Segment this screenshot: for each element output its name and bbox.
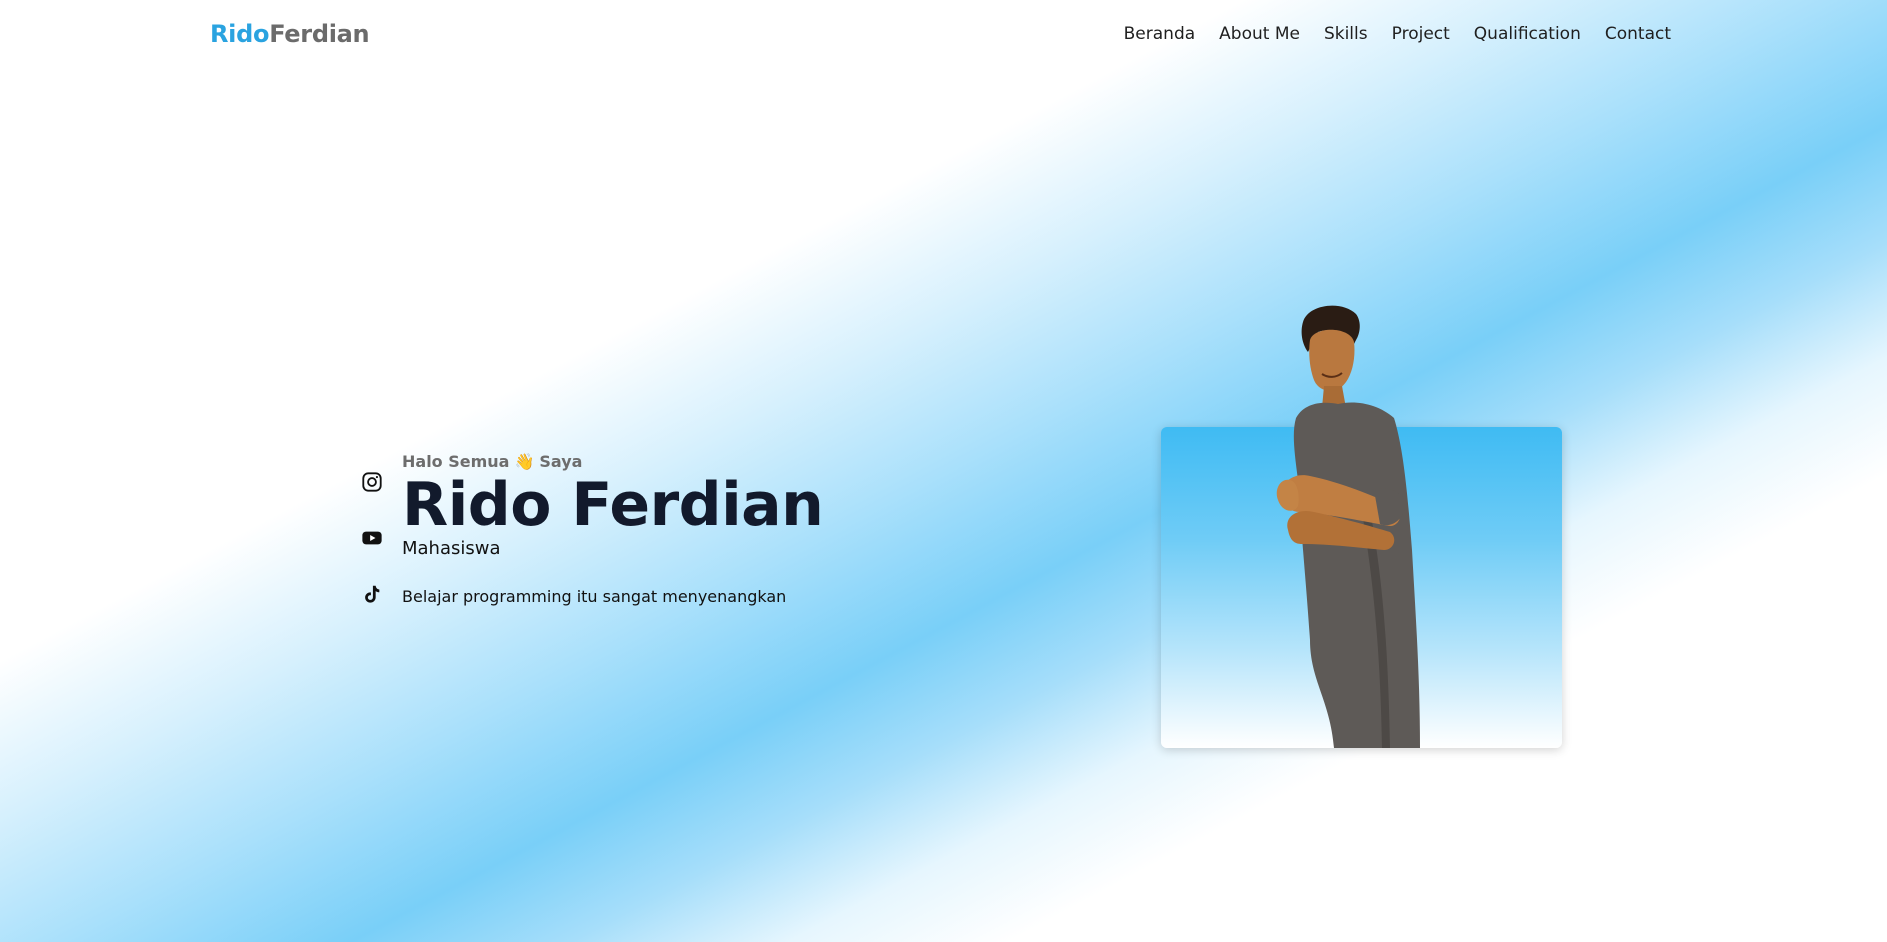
hero-intro: Halo Semua 👋 Saya Rido Ferdian Mahasiswa… — [402, 450, 962, 607]
youtube-icon[interactable] — [360, 526, 384, 550]
nav-item-qualification[interactable]: Qualification — [1474, 24, 1581, 44]
logo-first-name: Rido — [210, 20, 270, 48]
tiktok-icon[interactable] — [360, 582, 384, 606]
profile-photo — [1276, 305, 1420, 748]
nav-item-about-me[interactable]: About Me — [1219, 24, 1300, 44]
nav-item-skills[interactable]: Skills — [1324, 24, 1368, 44]
hero-role: Mahasiswa — [402, 538, 501, 559]
nav-item-beranda[interactable]: Beranda — [1124, 24, 1196, 44]
waving-hand-icon: 👋 — [514, 451, 535, 471]
logo-last-name: Ferdian — [269, 20, 370, 48]
site-logo[interactable]: RidoFerdian — [210, 20, 370, 48]
hero-name: Rido Ferdian — [402, 470, 824, 540]
main-nav: Beranda About Me Skills Project Qualific… — [1124, 24, 1671, 44]
nav-item-contact[interactable]: Contact — [1605, 24, 1671, 44]
hero-greeting: Halo Semua 👋 Saya — [402, 450, 962, 472]
nav-item-project[interactable]: Project — [1392, 24, 1450, 44]
greeting-suffix: Saya — [539, 451, 583, 471]
greeting-text: Halo Semua — [402, 451, 510, 471]
instagram-icon[interactable] — [360, 470, 384, 494]
site-header: RidoFerdian Beranda About Me Skills Proj… — [0, 0, 1887, 70]
hero-tagline: Belajar programming itu sangat menyenang… — [402, 587, 787, 606]
